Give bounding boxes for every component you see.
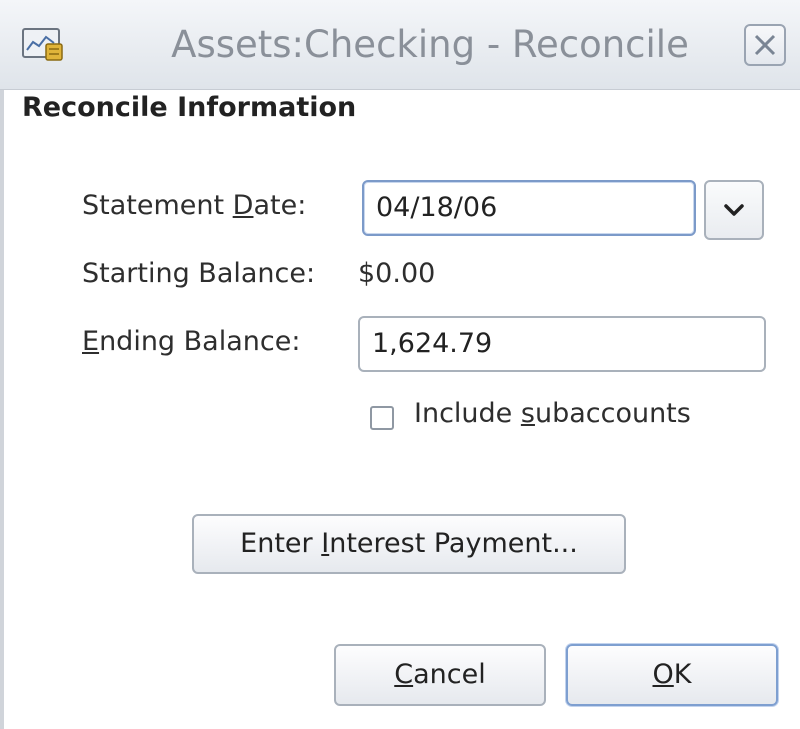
ending-balance-input[interactable]: 1,624.79 (358, 316, 766, 372)
cancel-button[interactable]: Cancel (334, 644, 546, 706)
statement-date-input[interactable]: 04/18/06 (362, 180, 696, 236)
statement-date-label: Statement Date: (82, 190, 307, 221)
reconcile-dialog: Assets:Checking - Reconcile Reconcile In… (0, 0, 800, 729)
starting-balance-label: Starting Balance: (82, 258, 316, 289)
enter-interest-payment-button[interactable]: Enter Interest Payment... (192, 514, 626, 574)
window-title: Assets:Checking - Reconcile (171, 23, 689, 66)
section-title: Reconcile Information (22, 92, 357, 123)
chevron-down-icon (706, 204, 762, 242)
date-dropdown-button[interactable] (704, 180, 764, 240)
ok-button[interactable]: OK (566, 644, 778, 706)
starting-balance-value: $0.00 (358, 258, 436, 289)
close-icon (746, 34, 784, 68)
title-bar[interactable]: Assets:Checking - Reconcile (0, 0, 800, 90)
include-subaccounts-checkbox[interactable] (370, 406, 394, 430)
account-icon (22, 28, 64, 62)
include-subaccounts-label[interactable]: Include subaccounts (414, 398, 691, 429)
close-button[interactable] (744, 24, 786, 66)
ending-balance-label: Ending Balance: (82, 326, 301, 357)
window-border (0, 90, 4, 729)
